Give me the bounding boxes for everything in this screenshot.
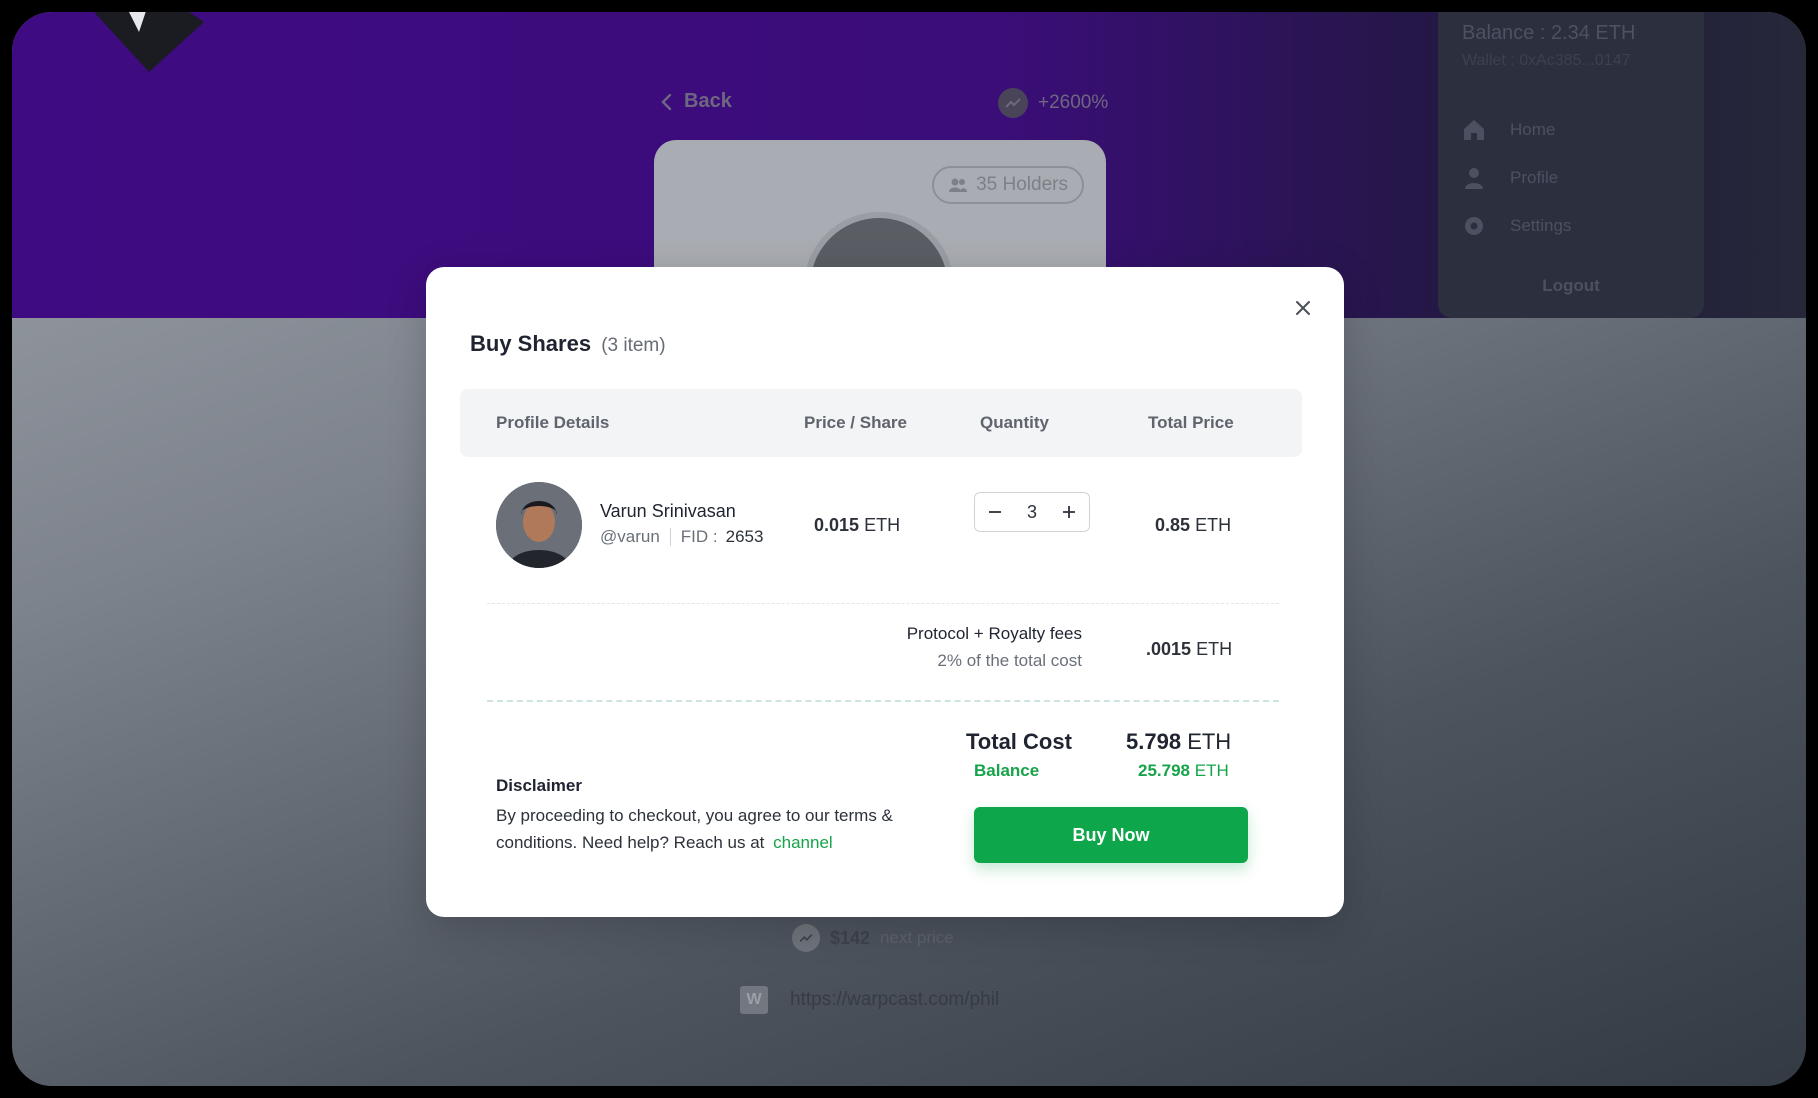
minus-icon [989,511,1001,513]
fid-value: 2653 [725,527,764,546]
column-header-profile: Profile Details [496,413,610,432]
increment-button[interactable] [1059,502,1079,522]
price-unit: ETH [864,515,901,535]
growth-value: +2600% [1038,92,1109,113]
account-menu: Balance : 2.34 ETH Wallet : 0xAc385...01… [1438,12,1704,318]
logo-icon [94,12,204,72]
balance-value: 25.798 ETH [1138,761,1229,781]
item-count: (3 item) [601,335,666,356]
price-value: 0.015 [814,515,860,535]
growth-badge: +2600% [998,88,1108,118]
balance-unit: ETH [1194,761,1229,780]
app-frame: Back +2600% Balance : 2.34 ETH Wallet : … [12,12,1806,1086]
user-icon [1465,168,1483,189]
divider [487,603,1279,604]
total-cost-unit: ETH [1187,729,1232,754]
next-price-label: next price [880,928,954,947]
trend-up-icon [998,88,1028,118]
total-price: 0.85 ETH [1155,515,1231,536]
column-header-price: Price / Share [804,413,908,432]
menu-item-label: Settings [1510,216,1572,235]
fid-label: FID : [680,527,718,546]
modal-title-text: Buy Shares [470,331,592,356]
holders-count: 35 Holders [976,174,1068,195]
balance-amount: 25.798 [1138,761,1190,780]
menu-wallet: Wallet : 0xAc385...0147 [1462,52,1631,69]
back-label: Back [684,90,732,112]
users-icon [949,178,968,192]
holders-badge[interactable]: 35 Holders [932,166,1084,204]
buy-now-button[interactable]: Buy Now [974,807,1248,863]
person-handle: @varun [600,527,660,546]
warpcast-url: https://warpcast.com/phil [790,989,1000,1010]
back-link[interactable]: Back [660,90,732,113]
close-icon [1296,301,1310,315]
menu-balance: Balance : 2.34 ETH [1462,22,1636,44]
fees-value: .0015 ETH [1146,639,1232,660]
menu-item-label: Profile [1510,168,1559,187]
modal-title: Buy Shares (3 item) [470,331,666,357]
avatar [496,482,582,568]
menu-item-home[interactable]: Home [1462,118,1555,142]
trend-up-icon [792,924,820,952]
home-icon [1464,120,1484,140]
next-price-value: $142 [830,927,871,948]
balance-label: Balance [974,761,1040,780]
person-meta: @varun FID : 2653 [600,527,763,547]
decrement-button[interactable] [985,502,1005,522]
total-cost-amount: 5.798 [1126,729,1182,754]
fees-label: Protocol + Royalty fees [906,624,1082,643]
menu-item-label: Home [1510,120,1556,139]
gear-icon [1465,217,1483,235]
total-price-value: 0.85 [1155,515,1191,535]
channel-link[interactable]: channel [773,833,833,852]
next-price: $142 next price [792,924,954,952]
meta-divider [669,528,671,546]
disclaimer-body: By proceeding to checkout, you agree to … [496,806,893,852]
quantity-stepper: 3 [974,492,1090,532]
fees-amount: .0015 [1146,639,1192,659]
quantity-value[interactable]: 3 [1027,502,1037,523]
chevron-left-icon [661,93,672,110]
person-name: Varun Srinivasan [600,501,736,521]
warpcast-link[interactable]: W https://warpcast.com/phil [740,986,999,1014]
column-header-quantity: Quantity [980,413,1049,432]
warpcast-icon: W [740,986,768,1014]
fees-subtitle: 2% of the total cost [937,651,1082,670]
fees-unit: ETH [1196,639,1233,659]
logout-link[interactable]: Logout [1438,276,1704,296]
total-price-unit: ETH [1195,515,1232,535]
disclaimer-text: By proceeding to checkout, you agree to … [496,802,916,856]
menu-item-profile[interactable]: Profile [1462,166,1558,190]
disclaimer-title: Disclaimer [496,776,582,795]
total-cost-value: 5.798 ETH [1126,729,1231,755]
menu-item-settings[interactable]: Settings [1462,214,1571,238]
table-header: Profile Details Price / Share Quantity T… [460,389,1302,457]
total-cost-label: Total Cost [966,729,1072,754]
close-button[interactable] [1292,297,1314,319]
column-header-total: Total Price [1148,413,1234,432]
divider [487,700,1279,702]
price-per-share: 0.015 ETH [814,515,900,536]
buy-shares-modal: Buy Shares (3 item) Profile Details Pric… [426,267,1344,917]
plus-icon [1062,506,1075,518]
